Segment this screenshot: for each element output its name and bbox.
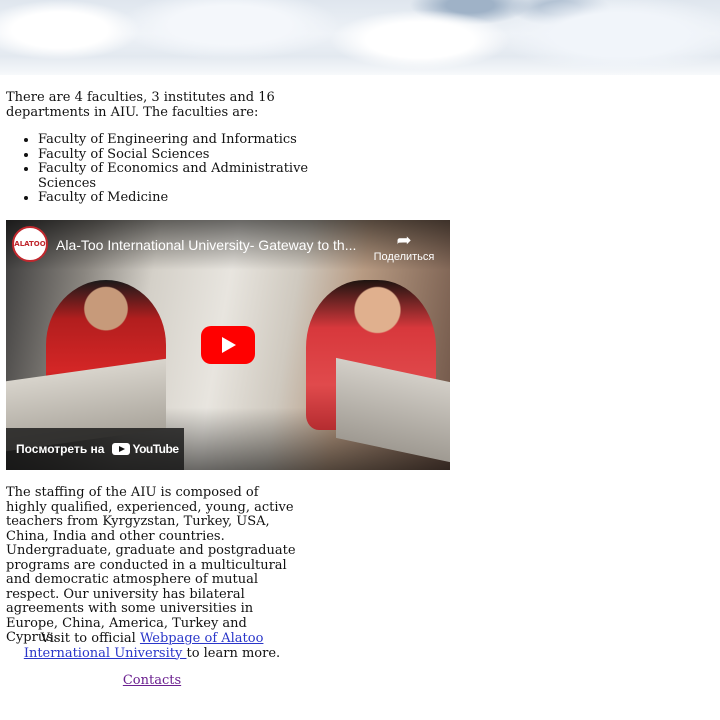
channel-logo-text: ALATOO — [14, 239, 46, 248]
list-item: Faculty of Medicine — [38, 190, 330, 206]
share-label: Поделиться — [373, 251, 435, 263]
contacts-link[interactable]: Contacts — [123, 673, 181, 688]
snow-banner-image — [0, 0, 720, 75]
share-button[interactable]: ➦ Поделиться — [368, 230, 440, 265]
channel-logo[interactable]: ALATOO — [12, 226, 48, 262]
youtube-logo: YouTube — [112, 441, 179, 457]
list-item: Faculty of Social Sciences — [38, 147, 330, 163]
staffing-paragraph: The staffing of the AIU is composed of h… — [6, 485, 296, 645]
visit-paragraph: Visit to official Webpage of Alatoo Inte… — [6, 631, 298, 661]
youtube-video-embed[interactable]: ALATOO Ala-Too International University-… — [6, 220, 450, 470]
youtube-play-icon — [112, 443, 131, 455]
faculties-intro: There are 4 faculties, 3 institutes and … — [6, 90, 275, 120]
contacts-paragraph: Contacts — [6, 673, 298, 689]
visit-suffix: to learn more. — [186, 645, 281, 661]
visit-prefix: Visit to official — [40, 631, 140, 646]
watch-on-label: Посмотреть на — [16, 441, 105, 456]
youtube-wordmark: YouTube — [132, 441, 179, 456]
share-arrow-icon: ➦ — [396, 230, 412, 250]
watch-on-youtube-button[interactable]: Посмотреть на YouTube — [6, 428, 184, 470]
list-item: Faculty of Economics and Administrative … — [38, 161, 330, 191]
list-item: Faculty of Engineering and Informatics — [38, 132, 330, 148]
play-button[interactable] — [201, 326, 255, 364]
faculty-list: Faculty of Engineering and Informatics F… — [6, 132, 330, 206]
video-title[interactable]: Ala-Too International University- Gatewa… — [56, 236, 376, 254]
